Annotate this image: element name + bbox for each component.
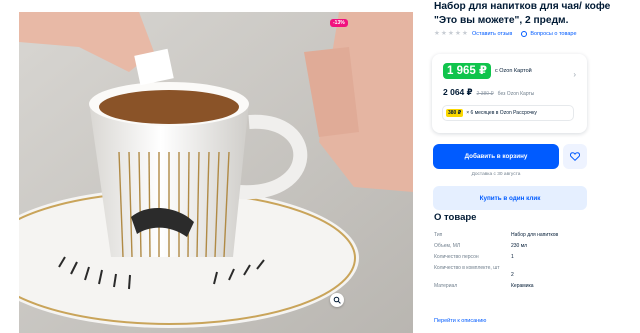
leave-review-label: Оставить отзыв <box>472 31 513 37</box>
leave-review-link[interactable]: Оставить отзыв <box>472 31 512 37</box>
regular-price-value: 2 064 ₽ <box>443 87 473 97</box>
spec-key: Количество персон <box>434 254 479 260</box>
favorite-button[interactable] <box>563 144 587 169</box>
price-card: 1 965 ₽ с Ozon Картой › 2 064 ₽ 2 380 ₽ … <box>432 54 587 133</box>
chevron-right-icon[interactable]: › <box>573 70 576 79</box>
star-icon: ★ <box>455 30 461 37</box>
go-to-description-link[interactable]: Перейти к описанию <box>434 318 486 324</box>
installment-label: × 6 месяцев в Ozon Рассрочку <box>466 110 537 116</box>
regular-price-label: без Ozon Карты <box>497 91 535 97</box>
star-icon: ★ <box>448 30 454 37</box>
spec-row: Тип Набор для напитков <box>434 232 594 243</box>
spec-row: Количество в комплекте, шт 2 <box>434 265 594 283</box>
spec-key: Объем, МЛ <box>434 243 461 249</box>
spec-value: 1 <box>511 254 514 260</box>
regular-price: 2 064 ₽ 2 380 ₽ без Ozon Карты <box>443 87 534 98</box>
questions-link[interactable]: Вопросы о товаре <box>521 31 577 37</box>
old-price: 2 380 ₽ <box>476 91 494 97</box>
star-icon: ★ <box>462 30 468 37</box>
spec-key: Тип <box>434 232 443 238</box>
rating-row: ★ ★ ★ ★ ★ Оставить отзыв Вопросы о товар… <box>434 30 586 37</box>
star-icon: ★ <box>434 30 440 37</box>
spec-value: 230 мл <box>511 243 528 249</box>
buy-one-click-button[interactable]: Купить в один клик <box>433 186 587 210</box>
similar-search-icon <box>333 291 341 309</box>
spec-list: Тип Набор для напитков Объем, МЛ 230 мл … <box>434 232 594 294</box>
rating-stars[interactable]: ★ ★ ★ ★ ★ <box>434 30 468 37</box>
add-to-cart-button[interactable]: Добавить в корзину <box>433 144 559 169</box>
product-image[interactable] <box>19 12 413 333</box>
spec-row: Количество персон 1 <box>434 254 594 265</box>
spec-value: 2 <box>511 272 514 278</box>
about-title: О товаре <box>434 212 477 223</box>
spec-value: Керамика <box>511 283 534 289</box>
spec-row: Объем, МЛ 230 мл <box>434 243 594 254</box>
spec-key: Материал <box>434 283 458 289</box>
ozon-card-price[interactable]: 1 965 ₽ с Ozon Картой <box>443 63 532 79</box>
installment-offer[interactable]: 380 ₽ × 6 месяцев в Ozon Рассрочку <box>443 106 573 120</box>
product-title: Набор для напитков для чая/ кофе "Это вы… <box>434 1 611 26</box>
ozon-card-label: с Ozon Картой <box>494 68 532 74</box>
spec-key: Количество в комплекте, шт <box>434 265 500 271</box>
spec-row: Материал Керамика <box>434 283 594 294</box>
spec-value: Набор для напитков <box>511 232 559 238</box>
ozon-card-price-value: 1 965 ₽ <box>443 63 491 79</box>
heart-icon <box>569 148 581 166</box>
question-icon <box>521 31 528 37</box>
similar-search-button[interactable] <box>330 293 344 307</box>
discount-badge: -13% <box>330 19 348 27</box>
star-icon: ★ <box>441 30 447 37</box>
installment-badge: 380 ₽ <box>446 109 464 117</box>
delivery-note: Доставка с 30 августа <box>471 172 521 177</box>
questions-label: Вопросы о товаре <box>530 31 577 37</box>
